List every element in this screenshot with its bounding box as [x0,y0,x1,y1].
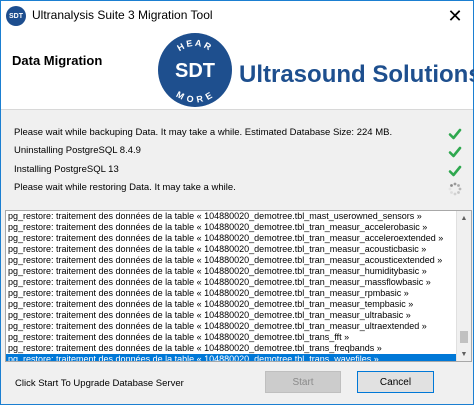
logo-circle-text: SDT [175,60,215,82]
log-scrollbar[interactable]: ▲ ▼ [456,211,471,361]
migration-window: SDT Ultranalysis Suite 3 Migration Tool … [0,0,474,405]
check-icon [448,127,462,141]
log-lines: pg_restore: traitement des données de la… [6,211,456,361]
start-button[interactable]: Start [265,371,341,393]
title-bar: SDT Ultranalysis Suite 3 Migration Tool … [1,1,473,31]
log-listbox[interactable]: pg_restore: traitement des données de la… [5,210,472,362]
list-item[interactable]: pg_restore: traitement des données de la… [6,244,456,255]
step-uninstall-text: Uninstalling PostgreSQL 8.4.9 [14,145,141,156]
check-icon [448,145,462,159]
logo-top-arc: HEAR [175,38,212,53]
list-item[interactable]: pg_restore: traitement des données de la… [6,299,456,310]
close-icon[interactable]: ✕ [443,4,467,28]
list-item[interactable]: pg_restore: traitement des données de la… [6,321,456,332]
list-item[interactable]: pg_restore: traitement des données de la… [6,222,456,233]
scroll-down-icon[interactable]: ▼ [457,347,471,361]
list-item[interactable]: pg_restore: traitement des données de la… [6,266,456,277]
scrollbar-thumb[interactable] [460,331,468,343]
list-item[interactable]: pg_restore: traitement des données de la… [6,233,456,244]
check-icon [448,164,462,178]
list-item[interactable]: pg_restore: traitement des données de la… [6,354,456,361]
list-item[interactable]: pg_restore: traitement des données de la… [6,332,456,343]
logo-wordmark: Ultrasound Solutions [239,61,474,88]
window-title: Ultranalysis Suite 3 Migration Tool [32,8,213,22]
footer-status: Click Start To Upgrade Database Server [15,378,184,389]
header-banner: Data Migration HEAR MORE SDT Ultrasound … [1,31,474,110]
step-backup-text: Please wait while backuping Data. It may… [14,127,393,138]
list-item[interactable]: pg_restore: traitement des données de la… [6,343,456,354]
list-item[interactable]: pg_restore: traitement des données de la… [6,310,456,321]
list-item[interactable]: pg_restore: traitement des données de la… [6,255,456,266]
step-restore-text: Please wait while restoring Data. It may… [14,182,236,193]
logo-bottom-arc: MORE [175,89,214,105]
list-item[interactable]: pg_restore: traitement des données de la… [6,288,456,299]
step-install-text: Installing PostgreSQL 13 [14,164,119,175]
list-item[interactable]: pg_restore: traitement des données de la… [6,277,456,288]
cancel-button[interactable]: Cancel [357,371,434,393]
list-item[interactable]: pg_restore: traitement des données de la… [6,211,456,222]
scroll-up-icon[interactable]: ▲ [457,211,471,225]
svg-text:MORE: MORE [175,89,216,105]
svg-text:HEAR: HEAR [175,38,214,53]
spinner-icon [448,182,462,196]
sdt-logo: HEAR MORE SDT [158,33,232,107]
page-title: Data Migration [12,53,103,68]
app-icon: SDT [6,6,26,26]
